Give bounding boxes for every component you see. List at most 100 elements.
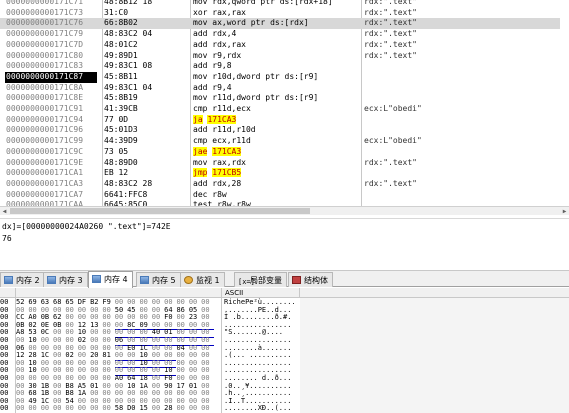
scroll-right-icon[interactable]: ▶	[560, 207, 569, 216]
instruction-text[interactable]: mov r11d,dword ptr ds:[r9]	[193, 93, 358, 104]
disasm-row[interactable]: 0000000000171CA1 EB 12 jmp 171CB5	[0, 168, 560, 179]
instruction-address[interactable]: 0000000000171C7D	[6, 40, 101, 51]
dump-address[interactable]: 00	[0, 405, 14, 413]
disasm-row[interactable]: 0000000000171C76 66:8B02 mov ax,word ptr d…	[0, 18, 560, 30]
instruction-address[interactable]: 0000000000171C9E	[6, 158, 101, 169]
instruction-text[interactable]: mov rax,rdx	[193, 158, 358, 169]
instruction-text[interactable]: dec r8w	[193, 190, 358, 201]
hex-byte[interactable]: 00	[78, 405, 90, 413]
instruction-text[interactable]: add r9,4	[193, 83, 358, 94]
tab-label: 监视 1	[196, 276, 220, 285]
scrollbar-thumb[interactable]	[10, 208, 310, 214]
instruction-address[interactable]: 0000000000171C80	[6, 51, 101, 62]
tab-label: 内存 3	[59, 276, 83, 285]
instruction-text[interactable]: add rdx,28	[193, 179, 358, 190]
dump-ascii[interactable]: ........XÐ..(...	[224, 405, 300, 413]
tab-memory-3[interactable]: 内存 5	[136, 272, 181, 287]
hex-byte[interactable]: 00	[65, 405, 77, 413]
hex-byte[interactable]: 00	[152, 405, 164, 413]
disassembly-view[interactable]: 0000000000171C71 48:8B12 18 mov rdx,qword …	[0, 0, 569, 206]
instruction-address[interactable]: 0000000000171C8A	[6, 83, 101, 94]
instruction-address[interactable]: 0000000000171CA1	[6, 168, 101, 179]
instruction-text[interactable]: mov r10d,dword ptr ds:[r9]	[193, 72, 358, 83]
instruction-address[interactable]: 0000000000171C73	[6, 8, 101, 19]
instruction-address[interactable]: 0000000000171C94	[6, 115, 101, 126]
instruction-address[interactable]: 0000000000171CA7	[6, 190, 101, 201]
hex-byte[interactable]: 00	[189, 405, 201, 413]
instruction-address[interactable]: 0000000000171C8E	[6, 93, 101, 104]
instruction-text[interactable]: jmp 171CB5	[193, 168, 358, 179]
instruction-text[interactable]: mov ax,word ptr ds:[rdx]	[193, 18, 358, 29]
current-instruction-address[interactable]: 0000000000171C87	[5, 71, 97, 83]
instruction-address[interactable]: 0000000000171C91	[6, 104, 101, 115]
tab-locals-5[interactable]: [x=]局部变量	[234, 272, 287, 287]
tab-memory-1[interactable]: 内存 3	[43, 272, 88, 287]
instruction-comment: rdx:".text"	[364, 0, 417, 6]
jump-target[interactable]: 171CA3	[212, 146, 242, 156]
instruction-text[interactable]: cmp ecx,r11d	[193, 136, 358, 147]
hex-byte[interactable]: 15	[139, 405, 151, 413]
hex-byte[interactable]: 00	[28, 405, 40, 413]
instruction-address[interactable]: 0000000000171C96	[6, 125, 101, 136]
instruction-text[interactable]: ja 171CA3	[193, 114, 358, 126]
hex-byte[interactable]: 00	[41, 405, 53, 413]
instruction-text[interactable]: add r11d,r10d	[193, 125, 358, 136]
instruction-text[interactable]: mov r9,rdx	[193, 51, 358, 62]
disasm-row[interactable]: 0000000000171C91 41:39CB cmp r11d,ecx ecx:L…	[0, 104, 560, 115]
disasm-row[interactable]: 0000000000171C80 49:89D1 mov r9,rdx rdx:".t…	[0, 51, 560, 62]
disasm-row[interactable]: 0000000000171C94 77 0D ja 171CA3	[0, 114, 560, 126]
instruction-bytes: 48:83C2 04	[104, 29, 153, 39]
instruction-address[interactable]: 0000000000171C79	[6, 29, 101, 40]
disasm-row[interactable]: 0000000000171C79 48:83C2 04 add rdx,4 rdx:"…	[0, 29, 560, 40]
hex-byte[interactable]: 00	[176, 405, 188, 413]
instruction-address[interactable]: 0000000000171C76	[6, 18, 101, 29]
disasm-row[interactable]: 0000000000171C73 31:C0 xor rax,rax rdx:".te…	[0, 8, 560, 19]
instruction-text[interactable]: xor rax,rax	[193, 8, 358, 19]
instruction-text[interactable]: mov rdx,qword ptr ds:[rdx+18]	[193, 0, 358, 8]
jump-target[interactable]: 171CA3	[207, 114, 237, 124]
instruction-text[interactable]: add rdx,4	[193, 29, 358, 40]
scroll-left-icon[interactable]: ◀	[0, 207, 9, 216]
dump-hex-bytes[interactable]: 00 00 00 00 00 00 00 00 58 D0 15 00 28 00 00 00	[16, 405, 216, 413]
disasm-row[interactable]: 0000000000171C8A 49:83C1 04 add r9,4	[0, 83, 560, 94]
jump-target[interactable]: 171CB5	[212, 168, 242, 178]
tab-label: 内存 2	[16, 276, 40, 285]
memory-dump-view[interactable]: ASCII 00 52 69 63 68 65 DF B2 F9 00 00 00 00 00 00 00 00…	[0, 288, 569, 413]
disasm-row[interactable]: 0000000000171C9C 73 05 jae 171CA3	[0, 146, 560, 158]
memory-icon	[92, 275, 101, 283]
hex-byte[interactable]: 00	[16, 405, 28, 413]
instruction-address[interactable]: 0000000000171CA3	[6, 179, 101, 190]
disasm-row[interactable]: 0000000000171CA7 6641:FFC8 dec r8w	[0, 190, 560, 201]
instruction-address[interactable]: 0000000000171C99	[6, 136, 101, 147]
hex-byte[interactable]: 00	[90, 405, 102, 413]
tab-struct-6[interactable]: 结构体	[288, 272, 333, 287]
instruction-address[interactable]: 0000000000171C9C	[6, 147, 101, 158]
disasm-row[interactable]: 0000000000171C99 44:39D9 cmp ecx,r11d ecx:L…	[0, 136, 560, 147]
hex-byte[interactable]: 28	[164, 405, 176, 413]
disasm-row[interactable]: 0000000000171C71 48:8B12 18 mov rdx,qword …	[0, 0, 560, 8]
disasm-row[interactable]: 0000000000171C9E 48:89D0 mov rax,rdx rdx:".…	[0, 158, 560, 169]
hex-byte[interactable]: D0	[127, 405, 139, 413]
instruction-address[interactable]: 0000000000171C71	[6, 0, 101, 8]
instruction-text[interactable]: jae 171CA3	[193, 146, 358, 158]
tab-memory-2[interactable]: 内存 4	[88, 271, 133, 288]
instruction-text[interactable]: add r9,8	[193, 61, 358, 72]
instruction-text[interactable]: add rdx,rax	[193, 40, 358, 51]
tab-memory-0[interactable]: 内存 2	[0, 272, 45, 287]
tab-watch-4[interactable]: 监视 1	[180, 272, 225, 287]
hex-byte[interactable]: 00	[53, 405, 65, 413]
hex-byte[interactable]: 00	[102, 405, 114, 413]
horizontal-scrollbar[interactable]: ◀ ▶	[0, 206, 569, 215]
disasm-row[interactable]: 0000000000171CA3 48:83C2 28 add rdx,28 rdx:…	[0, 179, 560, 190]
instruction-address[interactable]: 0000000000171C83	[6, 61, 101, 72]
jump-mnemonic: jmp	[193, 168, 208, 178]
disasm-row[interactable]: 0000000000171C83 49:83C1 08 add r9,8	[0, 61, 560, 72]
disasm-row[interactable]: 0000000000171C96 45:01D3 add r11d,r10d	[0, 125, 560, 136]
instruction-text[interactable]: cmp r11d,ecx	[193, 104, 358, 115]
disasm-row[interactable]: 0000000000171C87 45:8B11 mov r10d,dword pt…	[0, 71, 560, 83]
disasm-row[interactable]: 0000000000171C8E 45:8B19 mov r11d,dword pt…	[0, 93, 560, 104]
disasm-row[interactable]: 0000000000171C7D 48:01C2 add rdx,rax rdx:".…	[0, 40, 560, 51]
hex-byte[interactable]: 58	[115, 405, 127, 413]
hex-byte[interactable]: 00	[201, 405, 213, 413]
dump-row[interactable]: 00 00 00 00 00 00 00 00 00 58 D0 15 00 28 00 00 00......…	[0, 405, 569, 413]
